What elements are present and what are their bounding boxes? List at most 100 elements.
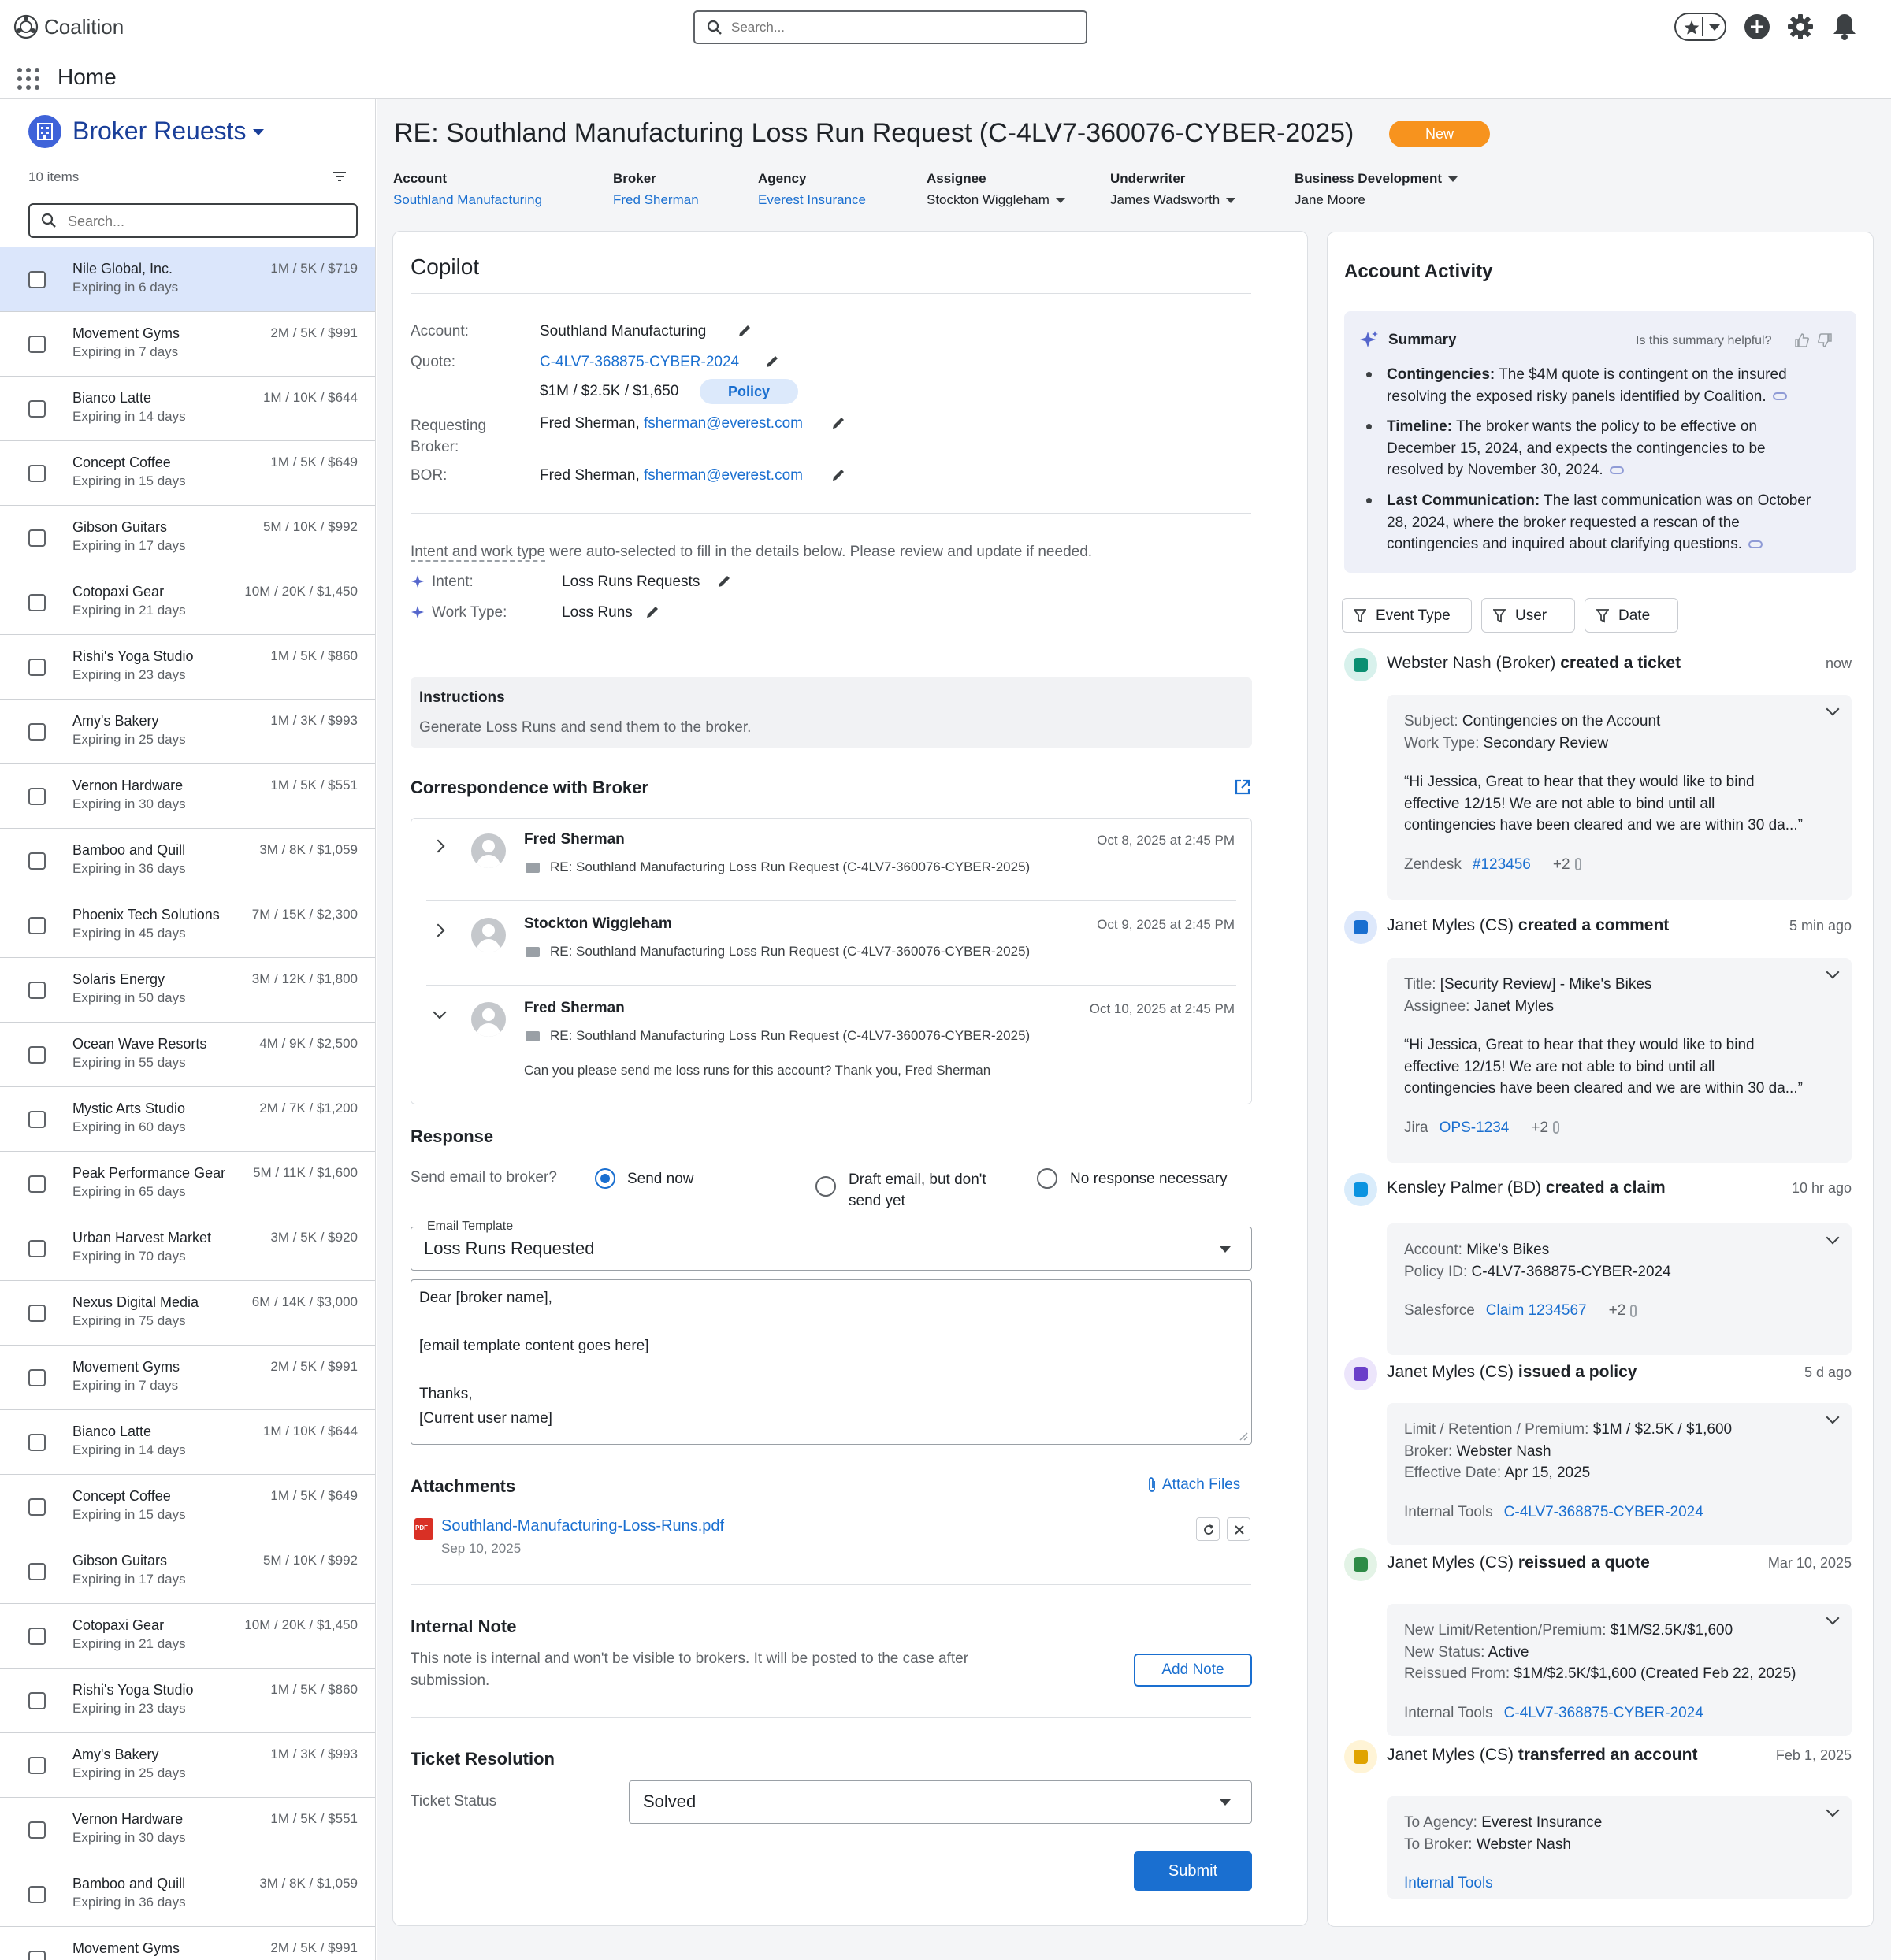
home-link[interactable]: Home [58,65,117,90]
list-item[interactable]: Phoenix Tech Solutions Expiring in 45 day… [0,893,375,958]
list-item[interactable]: Urban Harvest Market Expiring in 70 days 3… [0,1216,375,1281]
attachment-count[interactable]: +2 [1553,854,1570,876]
queue-title[interactable]: Broker Reuests [72,117,247,146]
pencil-icon[interactable] [830,415,846,431]
event-card[interactable]: Account: Mike's Bikes Policy ID: C-4LV7-3… [1387,1223,1852,1355]
message-subject[interactable]: RE: Southland Manufacturing Loss Run Req… [550,859,1030,875]
list-item[interactable]: Vernon Hardware Expiring in 30 days 1M / 5… [0,764,375,829]
app-grid-icon[interactable] [17,67,40,91]
assignee-dropdown[interactable]: Stockton Wiggleham [927,192,1065,208]
pencil-icon[interactable] [737,323,752,339]
list-item[interactable]: Gibson Guitars Expiring in 17 days 5M / 10… [0,1539,375,1604]
coalition-logo[interactable]: Coalition [13,13,124,41]
add-icon[interactable] [1744,13,1770,40]
list-item[interactable]: Mystic Arts Studio Expiring in 60 days 2M … [0,1087,375,1152]
row-checkbox[interactable] [28,1111,46,1128]
row-checkbox[interactable] [28,852,46,870]
list-item[interactable]: Amy's Bakery Expiring in 25 days 1M / 3K /… [0,1733,375,1798]
row-checkbox[interactable] [28,1369,46,1386]
source-link[interactable]: C-4LV7-368875-CYBER-2024 [1504,1702,1703,1724]
broker-link[interactable]: Fred Sherman [613,192,699,208]
broker-email-link[interactable]: fsherman@everest.com [644,415,803,432]
list-item[interactable]: Nile Global, Inc. Expiring in 6 days 1M / … [0,247,375,312]
pencil-icon[interactable] [764,354,780,369]
row-checkbox[interactable] [28,788,46,805]
filter-icon[interactable] [333,171,347,182]
row-checkbox[interactable] [28,1692,46,1709]
list-item[interactable]: Rishi's Yoga Studio Expiring in 23 days 1M… [0,1669,375,1733]
bizdev-dropdown[interactable]: Business Development [1295,171,1458,187]
row-checkbox[interactable] [28,1563,46,1580]
submit-button[interactable]: Submit [1134,1851,1252,1891]
list-item[interactable]: Cotopaxi Gear Expiring in 21 days 10M / 20… [0,570,375,635]
list-item[interactable]: Nexus Digital Media Expiring in 75 days 6M… [0,1281,375,1346]
add-note-button[interactable]: Add Note [1134,1654,1252,1687]
event-card[interactable]: Limit / Retention / Premium: $1M / $2.5K… [1387,1403,1852,1545]
row-checkbox[interactable] [28,465,46,482]
attach-files-button[interactable]: Attach Files [1146,1476,1240,1494]
source-link[interactable]: OPS-1234 [1440,1117,1510,1139]
list-item[interactable]: Bianco Latte Expiring in 14 days 1M / 10K … [0,377,375,441]
row-checkbox[interactable] [28,1628,46,1645]
link-icon[interactable] [1772,392,1787,401]
message-subject[interactable]: RE: Southland Manufacturing Loss Run Req… [550,944,1030,960]
quote-link[interactable]: C-4LV7-368875-CYBER-2024 [540,354,739,371]
row-checkbox[interactable] [28,917,46,934]
row-checkbox[interactable] [28,723,46,741]
bor-email-link[interactable]: fsherman@everest.com [644,467,803,484]
row-checkbox[interactable] [28,1886,46,1903]
list-item[interactable]: Movement Gyms Expiring in 7 days 2M / 5K /… [0,312,375,377]
remove-file-button[interactable] [1227,1517,1250,1541]
send-now-label[interactable]: Send now [627,1171,694,1188]
radio-draft[interactable] [815,1176,836,1197]
list-item[interactable]: Rishi's Yoga Studio Expiring in 23 days 1M… [0,635,375,700]
filter-user[interactable]: User [1481,598,1575,633]
account-link[interactable]: Southland Manufacturing [393,192,542,208]
agency-link[interactable]: Everest Insurance [758,192,866,208]
link-icon[interactable] [1609,466,1624,474]
list-item[interactable]: Amy's Bakery Expiring in 25 days 1M / 3K /… [0,700,375,764]
source-link[interactable]: #123456 [1473,854,1531,876]
attachment-count[interactable]: +2 [1609,1300,1626,1322]
gear-icon[interactable] [1787,13,1814,40]
pencil-icon[interactable] [716,574,732,589]
event-card[interactable]: New Limit/Retention/Premium: $1M/$2.5K/$… [1387,1604,1852,1736]
row-checkbox[interactable] [28,336,46,353]
event-card[interactable]: To Agency: Everest Insurance To Broker: W… [1387,1796,1852,1899]
no-response-label[interactable]: No response necessary [1070,1171,1228,1188]
row-checkbox[interactable] [28,594,46,611]
row-checkbox[interactable] [28,1175,46,1193]
link-icon[interactable] [1748,540,1763,548]
row-checkbox[interactable] [28,1305,46,1322]
row-checkbox[interactable] [28,659,46,676]
row-checkbox[interactable] [28,1046,46,1064]
list-item[interactable]: Concept Coffee Expiring in 15 days 1M / 5K… [0,441,375,506]
draft-label[interactable]: Draft email, but don't send yet [849,1169,986,1212]
row-checkbox[interactable] [28,1240,46,1257]
ticket-status-select[interactable] [629,1780,1252,1824]
list-item[interactable]: Ocean Wave Resorts Expiring in 55 days 4M … [0,1023,375,1087]
event-card[interactable]: Subject: Contingencies on the Account Wor… [1387,695,1852,900]
list-item[interactable]: Solaris Energy Expiring in 50 days 3M / 12… [0,958,375,1023]
row-checkbox[interactable] [28,1821,46,1839]
source-link[interactable]: C-4LV7-368875-CYBER-2024 [1504,1502,1703,1524]
list-item[interactable]: Movement Gyms 2M / 5K / $991 [0,1927,375,1960]
pencil-icon[interactable] [830,467,846,483]
list-item[interactable]: Vernon Hardware Expiring in 30 days 1M / 5… [0,1798,375,1862]
resize-handle-icon[interactable] [1239,1431,1248,1441]
sidebar-search-input[interactable] [68,212,344,231]
favorites-dropdown[interactable] [1674,13,1726,41]
thumbs-up-icon[interactable] [1794,332,1810,348]
filter-event-type[interactable]: Event Type [1342,598,1472,633]
underwriter-dropdown[interactable]: James Wadsworth [1110,192,1236,208]
sidebar-search[interactable] [28,203,358,238]
attachment-link[interactable]: Southland-Manufacturing-Loss-Runs.pdf [441,1517,724,1535]
global-search[interactable] [693,10,1087,44]
list-item[interactable]: Bamboo and Quill Expiring in 36 days 3M / … [0,829,375,893]
source-link[interactable]: Claim 1234567 [1486,1300,1587,1322]
row-checkbox[interactable] [28,271,46,288]
list-item[interactable]: Peak Performance Gear Expiring in 65 days… [0,1152,375,1216]
event-card[interactable]: Title: [Security Review] - Mike's Bikes A… [1387,958,1852,1163]
thumbs-down-icon[interactable] [1817,332,1833,348]
radio-no-response[interactable] [1037,1168,1057,1189]
